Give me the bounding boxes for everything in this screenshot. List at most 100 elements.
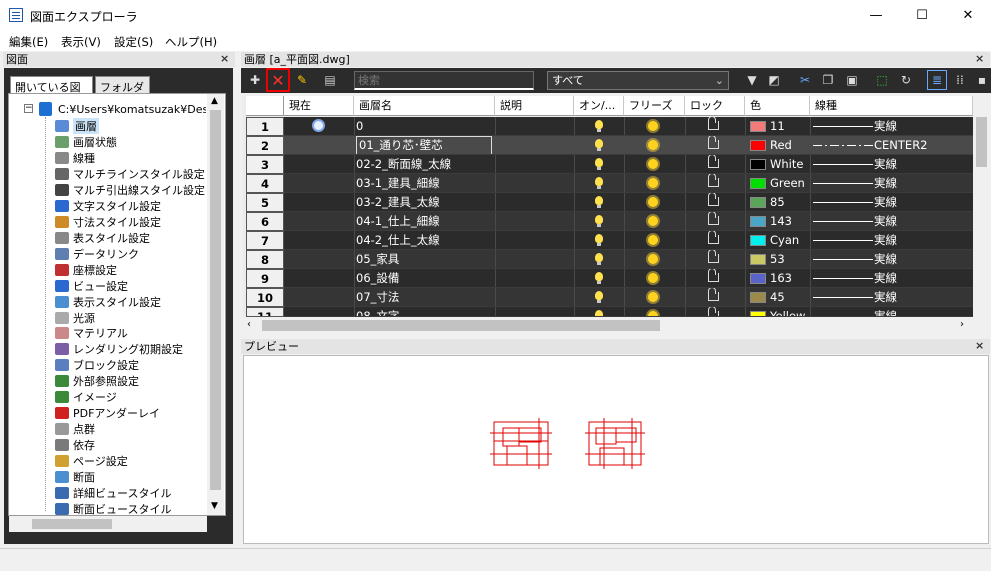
tree-item[interactable]: 光源 [55,310,207,326]
color-cell[interactable]: 85 [745,193,810,211]
tree-item[interactable]: 断面ビュースタイル [55,501,207,517]
tree-hscroll-thumb[interactable] [32,519,112,529]
sun-icon[interactable] [648,140,658,150]
tree-vscroll-thumb[interactable] [210,110,221,490]
tree-item[interactable]: データリンク [55,246,207,262]
color-cell[interactable]: 53 [745,250,810,268]
new-layer-icon[interactable]: ✚ [245,70,265,90]
unlock-icon[interactable] [708,155,719,168]
unlock-icon[interactable] [708,250,719,263]
tree-item[interactable]: マテリアル [55,325,207,341]
tree-item[interactable]: 線種 [55,150,207,166]
layer-name[interactable]: 07_寸法 [356,288,492,306]
color-cell[interactable]: Red [745,136,810,154]
lightbulb-icon[interactable] [595,253,603,265]
linetype-cell[interactable]: 実線 [810,212,973,230]
row-number[interactable]: 11 [246,307,284,317]
tree-collapse-icon[interactable]: − [24,104,33,113]
lightbulb-icon[interactable] [595,215,603,227]
icons-view-icon[interactable]: ▪ [972,70,991,90]
search-input[interactable]: 検索 [354,71,534,90]
filter-select[interactable]: すべて ⌄ [547,71,729,90]
col-freeze[interactable]: フリーズ [624,96,685,116]
unlock-icon[interactable] [708,212,719,225]
row-number[interactable]: 10 [246,288,284,307]
table-row[interactable]: 03-2_建具_太線 85 実線 [284,193,973,212]
unlock-icon[interactable] [708,117,719,130]
set-current-icon[interactable]: ✎ [292,70,312,90]
tree-item[interactable]: 表示スタイル設定 [55,294,207,310]
unlock-icon[interactable] [708,193,719,206]
table-row[interactable]: 02-2_断面線_太線 White 実線 [284,155,973,174]
sun-icon[interactable] [648,216,658,226]
sun-icon[interactable] [648,292,658,302]
list-view-icon[interactable]: ⁞⁞ [950,70,970,90]
linetype-cell[interactable]: 実線 [810,250,973,268]
table-row[interactable]: 06_設備 163 実線 [284,269,973,288]
col-layer-name[interactable]: 画層名 [354,96,495,116]
tree-item[interactable]: ページ設定 [55,453,207,469]
lightbulb-icon[interactable] [595,272,603,284]
layer-name[interactable]: 01_通り芯･壁芯 [356,136,492,154]
tree-item[interactable]: 点群 [55,421,207,437]
maximize-button[interactable]: ☐ [899,0,945,31]
tree-item[interactable]: 画層状態 [55,134,207,150]
sun-icon[interactable] [648,254,658,264]
table-row[interactable]: 08_文字 Yellow 実線 [284,307,973,317]
preview-close-icon[interactable]: × [975,339,984,352]
scroll-right-icon[interactable]: › [960,319,964,330]
unlock-icon[interactable] [708,136,719,149]
layer-name[interactable]: 08_文字 [356,307,492,316]
invert-filter-icon[interactable]: ◩ [764,70,784,90]
grid-vscroll-thumb[interactable] [976,117,987,167]
table-row[interactable]: 0 11 実線 [284,117,973,136]
linetype-cell[interactable]: 実線 [810,193,973,211]
export-icon[interactable]: ⬚ [872,70,892,90]
color-cell[interactable]: 163 [745,269,810,287]
linetype-cell[interactable]: 実線 [810,288,973,306]
sun-icon[interactable] [648,235,658,245]
col-on[interactable]: オン/... [574,96,624,116]
color-cell[interactable]: 11 [745,117,810,135]
refresh-icon[interactable]: ↻ [896,70,916,90]
close-button[interactable]: ✕ [945,0,991,31]
layer-name[interactable]: 06_設備 [356,269,492,287]
tree-item[interactable]: ブロック設定 [55,357,207,373]
tree-root-label[interactable]: C:¥Users¥komatsuzak¥Desk [58,103,206,116]
minimize-button[interactable]: — [853,0,899,31]
color-cell[interactable]: White [745,155,810,173]
row-number[interactable]: 8 [246,250,284,269]
tree-item[interactable]: 表スタイル設定 [55,230,207,246]
row-number[interactable]: 6 [246,212,284,231]
row-number[interactable]: 2 [246,136,284,155]
lightbulb-icon[interactable] [595,120,603,132]
tree-item[interactable]: 詳細ビュースタイル [55,485,207,501]
lightbulb-icon[interactable] [595,196,603,208]
tree-item[interactable]: 座標設定 [55,262,207,278]
layer-name[interactable]: 04-1_仕上_細線 [356,212,492,230]
color-cell[interactable]: Green [745,174,810,192]
sun-icon[interactable] [648,178,658,188]
delete-layer-icon[interactable]: ✕ [266,68,290,92]
linetype-cell[interactable]: 実線 [810,231,973,249]
sun-icon[interactable] [648,159,658,169]
tree-item[interactable]: イメージ [55,389,207,405]
layer-name[interactable]: 03-2_建具_太線 [356,193,492,211]
tree-item[interactable]: ビュー設定 [55,278,207,294]
table-row[interactable]: 01_通り芯･壁芯 Red CENTER2 [284,136,973,155]
row-number[interactable]: 5 [246,193,284,212]
menu-edit[interactable]: 編集(E) [9,34,48,50]
grid-hscroll-thumb[interactable] [262,320,660,331]
color-cell[interactable]: Cyan [745,231,810,249]
layers-panel-close-icon[interactable]: × [975,52,984,65]
tree-item[interactable]: 外部参照設定 [55,373,207,389]
lightbulb-icon[interactable] [595,139,603,151]
linetype-cell[interactable]: 実線 [810,155,973,173]
row-number[interactable]: 1 [246,117,284,136]
color-cell[interactable]: 143 [745,212,810,230]
linetype-cell[interactable]: 実線 [810,307,973,316]
table-row[interactable]: 04-1_仕上_細線 143 実線 [284,212,973,231]
lightbulb-icon[interactable] [595,158,603,170]
lightbulb-icon[interactable] [595,291,603,303]
linetype-cell[interactable]: 実線 [810,269,973,287]
